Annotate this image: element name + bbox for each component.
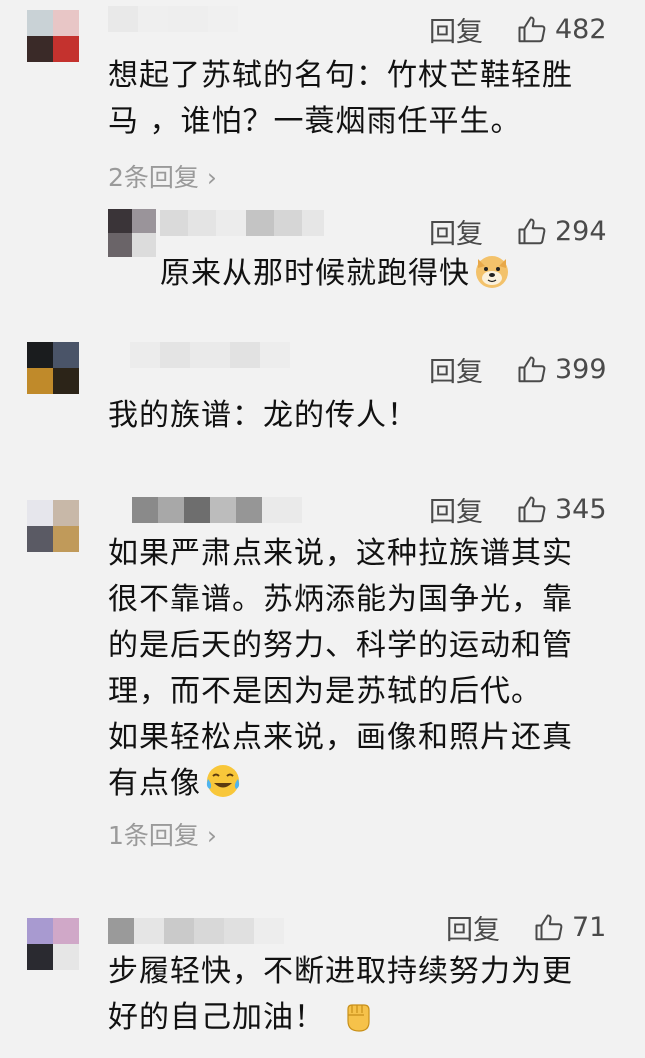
avatar-cell: [27, 500, 53, 526]
avatar-cell: [27, 944, 53, 970]
reply-button[interactable]: 回复: [446, 908, 500, 947]
username-blurred[interactable]: [160, 210, 324, 236]
avatar[interactable]: [27, 500, 79, 552]
avatar-cell: [53, 918, 79, 944]
comment-line: 原来从那时候就跑得快: [160, 256, 470, 291]
like-count: 294: [555, 216, 607, 247]
avatar-cell: [53, 368, 79, 394]
reply-button[interactable]: 回复: [429, 212, 483, 251]
comment-text: 步履轻快，不断进取持续努力为更 好的自己加油！: [108, 949, 573, 1041]
comment-line: 如果轻松点来说，画像和照片还真: [108, 720, 573, 755]
avatar-cell: [27, 10, 53, 36]
avatar-cell: [27, 368, 53, 394]
more-replies-link[interactable]: 1条回复 ›: [108, 816, 217, 852]
thumbs-up-icon[interactable]: [517, 15, 547, 45]
more-replies-label: 2条回复: [108, 163, 199, 192]
comment-line-text: 有点像: [108, 766, 201, 801]
like-count: 345: [555, 494, 607, 525]
thumbs-up-icon[interactable]: [517, 355, 547, 385]
avatar-cell: [108, 209, 132, 233]
like-count: 71: [572, 912, 607, 943]
comment-line: 很不靠谱。苏炳添能为国争光，靠: [108, 582, 573, 617]
avatar-cell: [27, 342, 53, 368]
more-replies-link[interactable]: 2条回复 ›: [108, 158, 217, 194]
avatar-cell: [27, 36, 53, 62]
comment-line: 步履轻快，不断进取持续努力为更: [108, 954, 573, 989]
avatar-cell: [132, 233, 156, 257]
doge-emoji-icon: [476, 256, 508, 288]
reply-button[interactable]: 回复: [429, 350, 483, 389]
comment-actions: 回复 294: [429, 212, 607, 251]
username-blurred[interactable]: [132, 497, 302, 523]
comment-actions: 回复 399: [429, 350, 607, 389]
avatar-cell: [27, 918, 53, 944]
avatar-cell: [53, 500, 79, 526]
avatar[interactable]: [27, 918, 79, 970]
comment-line: 的是后天的努力、科学的运动和管: [108, 628, 573, 663]
comment-text: 原来从那时候就跑得快: [160, 251, 512, 297]
avatar[interactable]: [108, 209, 156, 257]
comment-text: 如果严肃点来说，这种拉族谱其实 很不靠谱。苏炳添能为国争光，靠 的是后天的努力、…: [108, 531, 573, 807]
username-blurred[interactable]: [108, 918, 284, 944]
like-count: 399: [555, 354, 607, 385]
comment-line: 好的自己加油！: [108, 995, 573, 1041]
avatar-cell: [27, 526, 53, 552]
avatar-cell: [108, 233, 132, 257]
avatar-cell: [53, 526, 79, 552]
comment-line: 马 ，谁怕？一蓑烟雨任平生。: [108, 104, 522, 139]
comment-line: 理，而不是因为是苏轼的后代。: [108, 674, 542, 709]
comment-line: 有点像: [108, 761, 573, 807]
fist-emoji-icon: [346, 1004, 370, 1032]
username-blurred[interactable]: [108, 6, 238, 32]
thumbs-up-icon[interactable]: [534, 913, 564, 943]
avatar-cell: [53, 36, 79, 62]
comment-actions: 回复 345: [429, 490, 607, 529]
more-replies-label: 1条回复: [108, 821, 199, 850]
thumbs-up-icon[interactable]: [517, 217, 547, 247]
avatar[interactable]: [27, 10, 79, 62]
comment-text: 我的族谱：龙的传人！: [108, 393, 418, 439]
avatar-cell: [53, 10, 79, 36]
chevron-right-icon: ›: [206, 163, 217, 192]
avatar-cell: [53, 342, 79, 368]
reply-button[interactable]: 回复: [429, 490, 483, 529]
chevron-right-icon: ›: [206, 821, 217, 850]
reply-button[interactable]: 回复: [429, 10, 483, 49]
comment-actions: 回复 482: [429, 10, 607, 49]
avatar-cell: [53, 944, 79, 970]
comment-line-text: 好的自己加油！: [108, 1000, 325, 1035]
avatar-cell: [132, 209, 156, 233]
like-count: 482: [555, 14, 607, 45]
comment-line: 我的族谱：龙的传人！: [108, 398, 418, 433]
comment-actions: 回复 71: [446, 908, 606, 947]
thumbs-up-icon[interactable]: [517, 495, 547, 525]
comment-text: 想起了苏轼的名句：竹杖芒鞋轻胜 马 ，谁怕？一蓑烟雨任平生。: [108, 53, 573, 145]
avatar[interactable]: [27, 342, 79, 394]
username-blurred[interactable]: [130, 342, 290, 368]
comment-line: 如果严肃点来说，这种拉族谱其实: [108, 536, 573, 571]
laugh-cry-emoji-icon: [206, 765, 240, 797]
comment-line: 想起了苏轼的名句：竹杖芒鞋轻胜: [108, 58, 573, 93]
